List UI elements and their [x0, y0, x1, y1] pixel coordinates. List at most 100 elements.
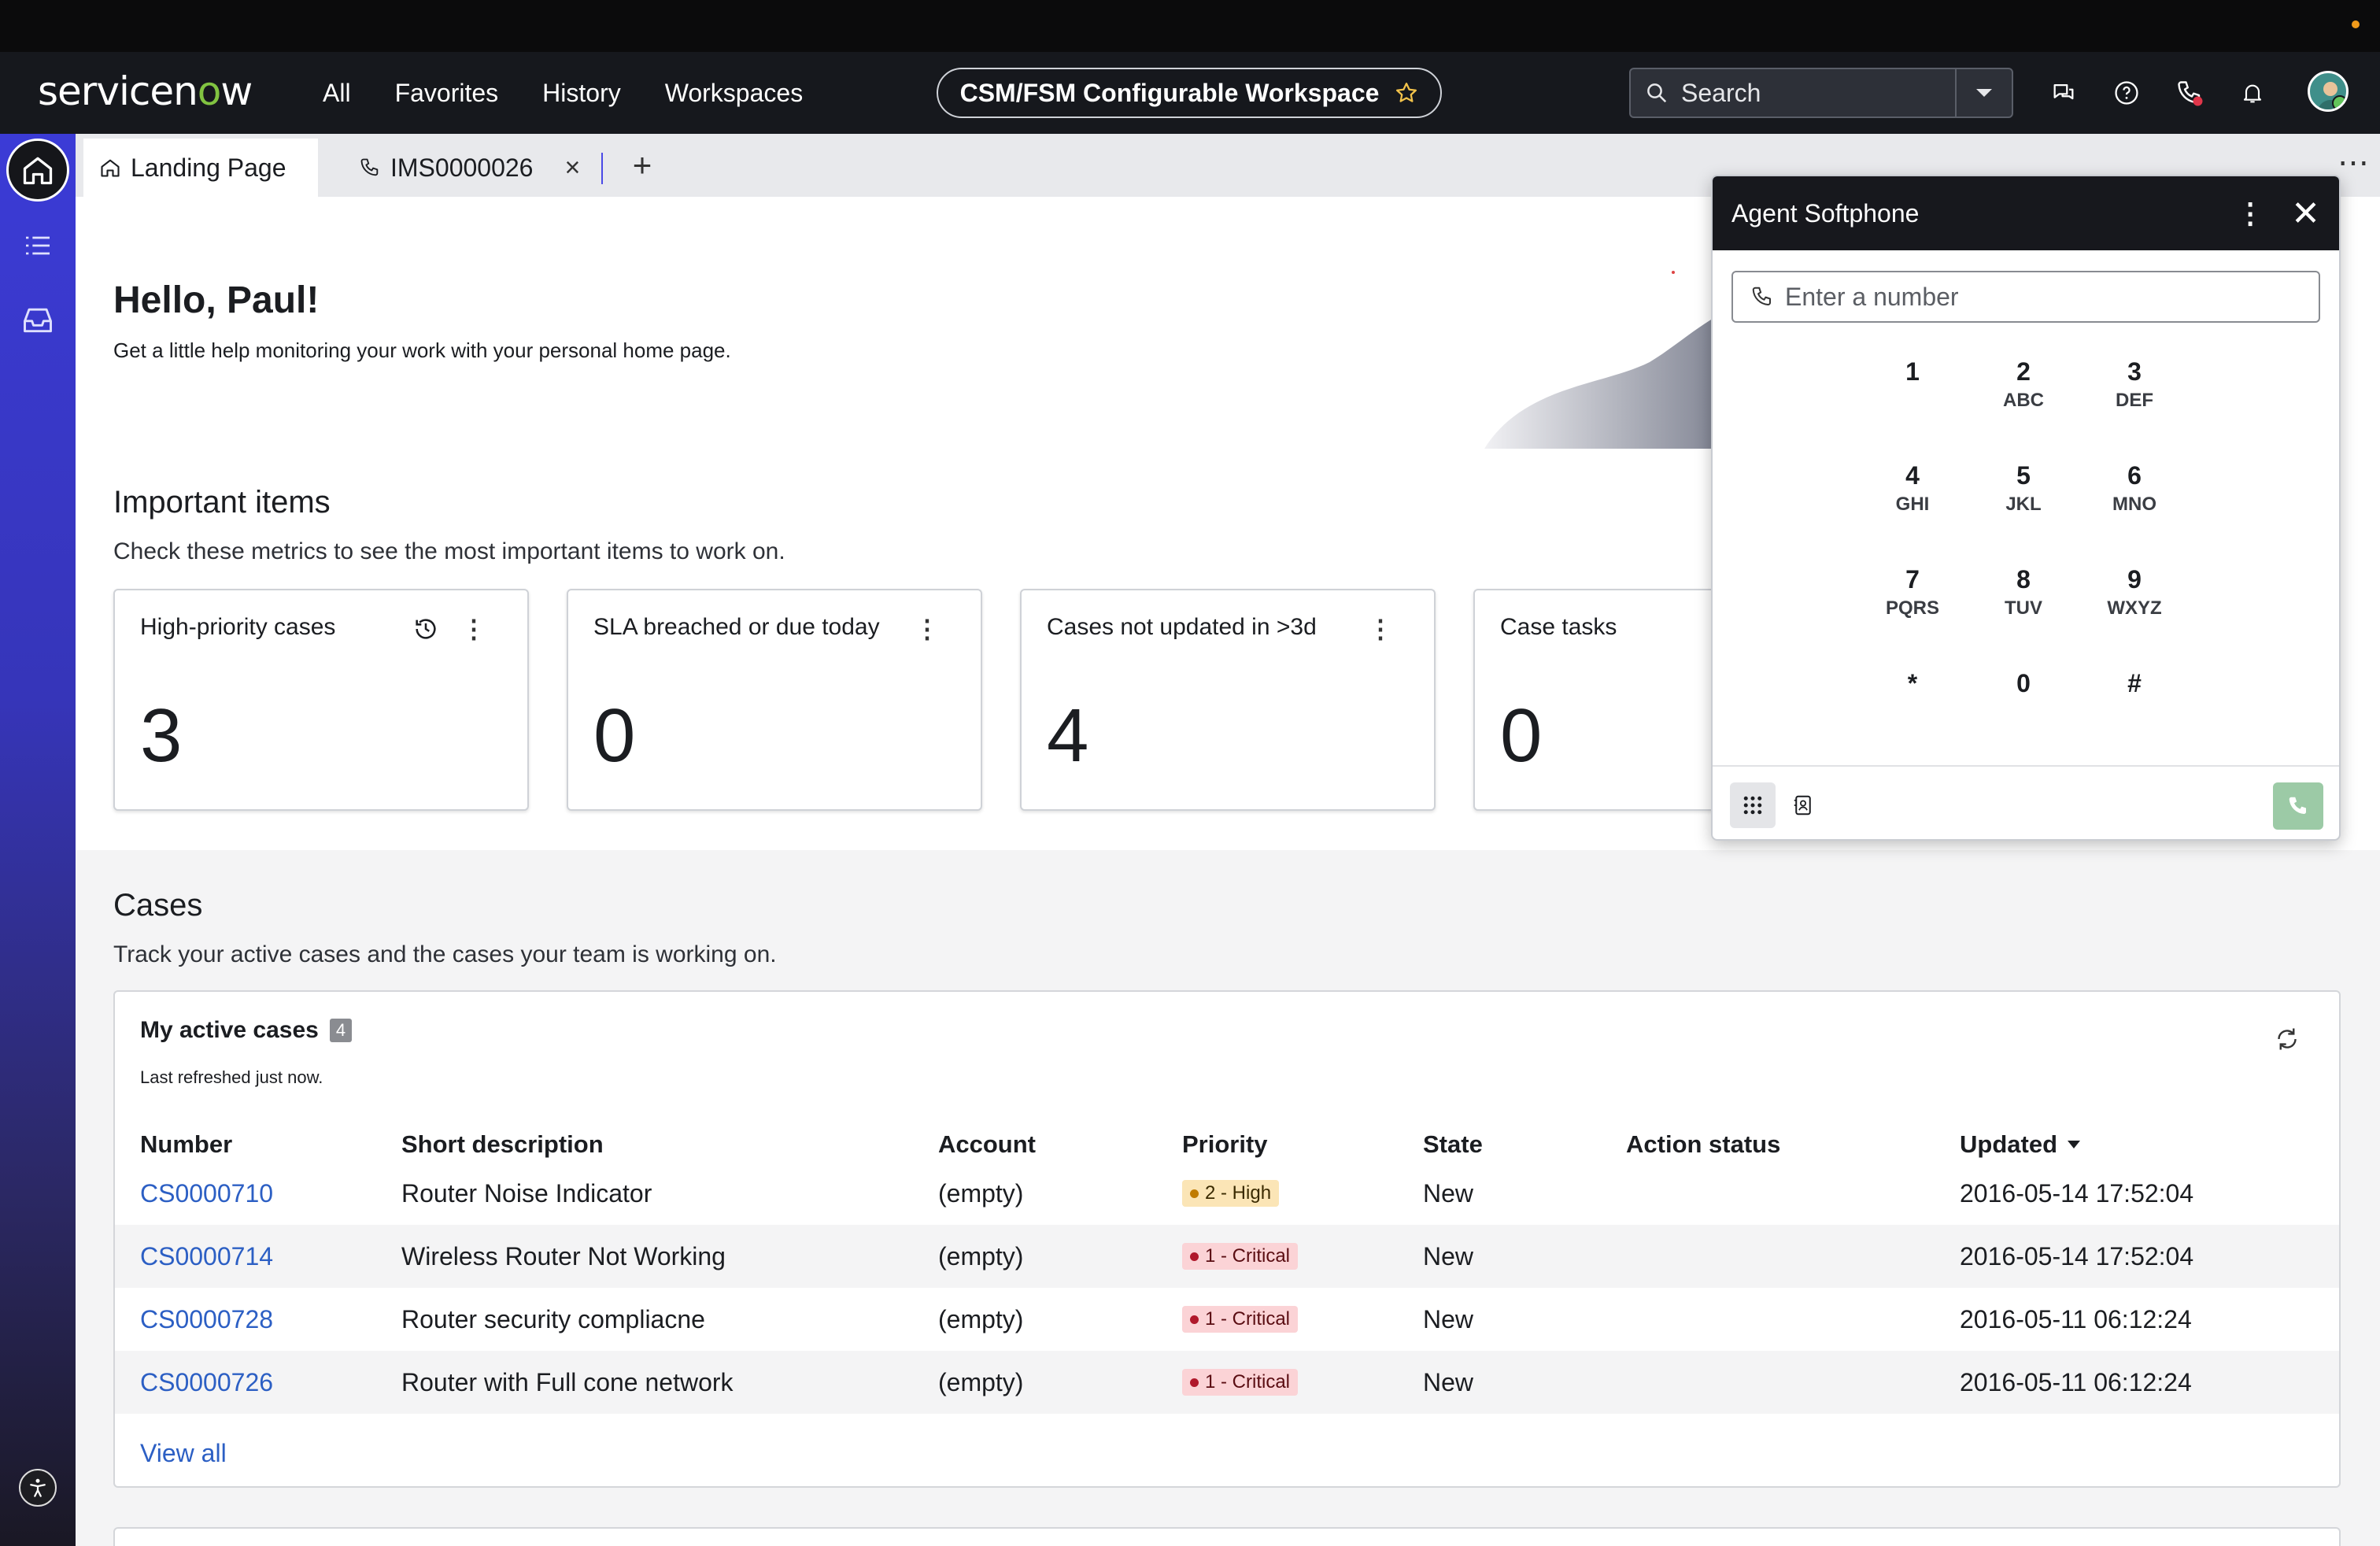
- dial-key-number: 7: [1905, 565, 1920, 594]
- dial-key-8[interactable]: 8 TUV: [1976, 565, 2071, 644]
- dial-key-number: 9: [2127, 565, 2142, 594]
- global-search[interactable]: Search: [1629, 68, 2013, 118]
- metric-label: Case tasks: [1500, 614, 1617, 640]
- case-number-link[interactable]: CS0000728: [140, 1288, 273, 1351]
- case-number-link[interactable]: CS0000710: [140, 1162, 273, 1225]
- notifications-bell-icon[interactable]: [2237, 77, 2268, 109]
- kebab-menu-icon[interactable]: ⋮: [915, 614, 940, 644]
- nav-all[interactable]: All: [323, 79, 351, 108]
- user-avatar[interactable]: [2308, 71, 2349, 112]
- dial-key-0[interactable]: 0: [1976, 669, 2071, 748]
- case-number-link[interactable]: CS0000726: [140, 1351, 273, 1414]
- kebab-menu-icon[interactable]: ⋮: [1368, 614, 1393, 644]
- chevron-down-icon: [1976, 89, 1992, 97]
- main-nav: All Favorites History Workspaces: [323, 52, 803, 134]
- dial-key-letters: MNO: [2112, 494, 2156, 515]
- search-icon: [1647, 83, 1667, 103]
- dial-key-1[interactable]: 1: [1865, 357, 1960, 436]
- column-header-action-status[interactable]: Action status: [1626, 1130, 1780, 1159]
- case-account: (empty): [938, 1178, 1024, 1208]
- softphone-icon[interactable]: [2174, 77, 2205, 109]
- inbox-icon[interactable]: [19, 301, 57, 338]
- priority-badge: 1 - Critical: [1182, 1369, 1299, 1396]
- more-options-icon[interactable]: ⋯: [2338, 145, 2369, 181]
- metric-value: 3: [140, 693, 183, 778]
- priority-text: 1 - Critical: [1205, 1371, 1291, 1393]
- table-row[interactable]: CS0000728 Router security compliacne (em…: [115, 1288, 2339, 1351]
- kebab-menu-icon[interactable]: ⋮: [2236, 197, 2264, 230]
- view-all-link[interactable]: View all: [140, 1439, 227, 1468]
- phone-number-input[interactable]: Enter a number: [1731, 271, 2320, 323]
- case-state: New: [1423, 1304, 1474, 1333]
- dial-key-6[interactable]: 6 MNO: [2087, 461, 2182, 540]
- dial-key-star[interactable]: *: [1865, 669, 1960, 748]
- refresh-icon[interactable]: [2273, 1025, 2301, 1053]
- table-row[interactable]: CS0000710 Router Noise Indicator (empty)…: [115, 1162, 2339, 1225]
- case-description: Router Noise Indicator: [401, 1178, 652, 1208]
- priority-text: 1 - Critical: [1205, 1308, 1291, 1330]
- search-input[interactable]: Search: [1631, 69, 1957, 117]
- column-header-priority[interactable]: Priority: [1182, 1130, 1268, 1159]
- dial-key-number: 3: [2127, 357, 2142, 386]
- column-header-updated[interactable]: Updated: [1960, 1130, 2081, 1159]
- help-icon[interactable]: [2111, 77, 2142, 109]
- nav-workspaces[interactable]: Workspaces: [665, 79, 803, 108]
- column-header-short-description[interactable]: Short description: [401, 1130, 604, 1159]
- list-icon[interactable]: [19, 227, 57, 264]
- accessibility-icon[interactable]: [19, 1469, 57, 1507]
- metric-card-not-updated[interactable]: Cases not updated in >3d ⋮ 4: [1020, 589, 1436, 811]
- close-tab-icon[interactable]: ×: [564, 153, 580, 183]
- dial-key-9[interactable]: 9 WXYZ: [2087, 565, 2182, 644]
- metric-card-sla-breached[interactable]: SLA breached or due today ⋮ 0: [567, 589, 982, 811]
- tab-landing-page[interactable]: Landing Page: [83, 139, 318, 197]
- softphone-title: Agent Softphone: [1731, 198, 1920, 227]
- case-updated: 2016-05-11 06:12:24: [1960, 1304, 2192, 1333]
- history-clock-icon[interactable]: [412, 616, 439, 642]
- case-state: New: [1423, 1178, 1474, 1208]
- dial-key-4[interactable]: 4 GHI: [1865, 461, 1960, 540]
- case-description: Router security compliacne: [401, 1304, 705, 1333]
- dial-key-5[interactable]: 5 JKL: [1976, 461, 2071, 540]
- search-scope-dropdown[interactable]: [1957, 69, 2012, 117]
- servicenow-logo[interactable]: servicen o w: [38, 68, 253, 115]
- table-row[interactable]: CS0000726 Router with Full cone network …: [115, 1351, 2339, 1414]
- column-header-state[interactable]: State: [1423, 1130, 1483, 1159]
- workspace-title-pill[interactable]: CSM/FSM Configurable Workspace: [937, 68, 1442, 118]
- home-icon: [101, 159, 120, 177]
- dialpad-icon[interactable]: [1730, 782, 1776, 828]
- dial-key-2[interactable]: 2 ABC: [1976, 357, 2071, 436]
- case-priority: 1 - Critical: [1182, 1225, 1299, 1288]
- nav-favorites[interactable]: Favorites: [395, 79, 499, 108]
- column-header-account[interactable]: Account: [938, 1130, 1036, 1159]
- os-top-bar: [0, 0, 2380, 52]
- metric-card-high-priority[interactable]: High-priority cases ⋮ 3: [113, 589, 529, 811]
- case-priority: 1 - Critical: [1182, 1288, 1299, 1351]
- dial-key-number: 0: [2016, 669, 2031, 697]
- case-state: New: [1423, 1367, 1474, 1396]
- kebab-menu-icon[interactable]: ⋮: [461, 614, 486, 644]
- case-priority: 1 - Critical: [1182, 1351, 1299, 1414]
- priority-badge: 2 - High: [1182, 1180, 1280, 1207]
- phone-icon: [360, 158, 379, 176]
- agent-softphone-panel: Agent Softphone ⋮ ✕ Enter a number 1 2 AB…: [1711, 175, 2341, 841]
- add-tab-button[interactable]: +: [619, 142, 666, 189]
- count-badge: 4: [329, 1019, 353, 1042]
- close-icon[interactable]: ✕: [2291, 194, 2320, 234]
- dial-key-3[interactable]: 3 DEF: [2087, 357, 2182, 436]
- case-state: New: [1423, 1241, 1474, 1270]
- home-icon[interactable]: [6, 139, 69, 202]
- dial-key-7[interactable]: 7 PQRS: [1865, 565, 1960, 644]
- nav-history[interactable]: History: [542, 79, 621, 108]
- chat-icon[interactable]: [2048, 77, 2079, 109]
- table-row[interactable]: CS0000714 Wireless Router Not Working (e…: [115, 1225, 2339, 1288]
- column-header-number[interactable]: Number: [140, 1130, 232, 1159]
- tab-label: Landing Page: [131, 153, 286, 182]
- contacts-book-icon[interactable]: [1780, 782, 1826, 828]
- star-icon[interactable]: [1395, 81, 1418, 105]
- search-placeholder: Search: [1681, 78, 1761, 107]
- call-button[interactable]: [2273, 782, 2323, 830]
- dial-key-letters: JKL: [2005, 494, 2042, 515]
- metric-label: High-priority cases: [140, 614, 336, 640]
- dial-key-hash[interactable]: #: [2087, 669, 2182, 748]
- case-number-link[interactable]: CS0000714: [140, 1225, 273, 1288]
